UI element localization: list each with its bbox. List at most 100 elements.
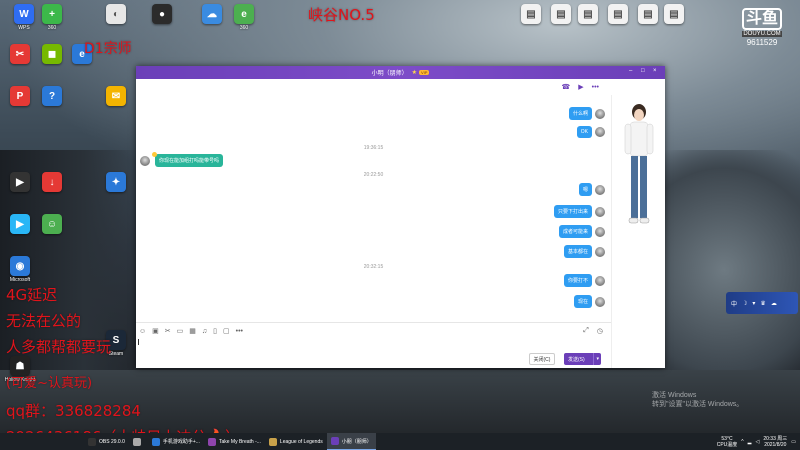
desktop-icon[interactable]: ☺ [36,214,68,235]
message-right: 嗯 [578,183,605,196]
chat-window: 小明（朋师） ★ VIP – □ × ☎ ▶ ••• 什么啊 OK 19:36:… [136,66,665,368]
taskbar-item-label: League of Legends [279,438,323,445]
send-label: 发送(S) [568,356,585,363]
status-dot [152,152,157,157]
maximize-icon[interactable]: □ [641,68,647,74]
avatar[interactable] [595,275,605,286]
close-icon[interactable]: × [653,68,659,74]
desktop-icon[interactable]: ▶ [4,214,36,235]
desktop-icon[interactable]: +360 [36,4,68,31]
avatar[interactable] [595,108,605,119]
message-bubble[interactable]: 嗯 [578,183,592,196]
volume-icon[interactable]: ◁ [756,439,760,445]
network-icon[interactable]: ▂ [748,439,752,445]
app-icon: P [10,86,30,106]
avatar[interactable] [140,155,150,166]
send-button[interactable]: 发送(S) ▾ [564,353,601,365]
message-bubble[interactable]: 现在 [573,295,592,308]
desktop-icon[interactable]: ↓ [36,172,68,193]
overlay-note-1: 4G延迟 [6,286,58,304]
emoji-icon[interactable]: ☺ [139,328,146,335]
clock-time: 20:33 周三 [763,435,788,442]
scissors-icon[interactable]: ✂ [165,327,171,335]
close-button[interactable]: 关闭(C) [529,353,555,365]
desktop-icon[interactable]: ▶ [4,172,36,193]
message-list[interactable]: 什么啊 OK 19:36:15 你现在能加组打吗能带号吗 20:22:50 嗯 … [136,95,611,321]
taskbar-item[interactable] [129,433,148,450]
input-tools-right: ⤢ ◷ [583,327,603,335]
message-right: OK [576,126,605,138]
app-icon: ▶ [10,214,30,234]
chevron-down-icon[interactable]: ▾ [593,353,599,365]
avatar[interactable] [595,296,605,307]
message-bubble[interactable]: 你现在能加组打吗能带号吗 [155,154,224,167]
video-icon[interactable]: ▶ [578,83,583,91]
moon-icon[interactable]: ☽ [742,300,747,307]
cloud-icon[interactable]: ☁ [771,300,777,307]
app-icon: e [234,4,254,24]
desktop-icon[interactable]: ▤ [515,4,547,25]
history-icon[interactable]: ◷ [597,327,603,335]
message-bubble[interactable]: 基本都在 [563,245,592,258]
contact-show-panel [611,95,665,368]
desktop-icon[interactable]: e 360 [228,4,260,31]
taskbar-item[interactable]: 小朋（朋师） [326,433,376,450]
desktop-icon[interactable]: ✂ [4,44,36,65]
more-icon[interactable]: ••• [236,328,243,335]
douyu-mark: 斗鱼 [742,8,782,30]
text-caret [138,339,139,345]
desktop-icon[interactable]: ● [146,4,178,25]
avatar[interactable] [595,226,605,237]
message-bubble[interactable]: 只要下打出来 [553,205,592,218]
tray-popup[interactable]: 中 ☽ ▾ ♛ ☁ [726,292,798,314]
chevron-down-icon[interactable]: ▾ [752,300,755,307]
chevron-up-icon[interactable]: ^ [741,439,743,445]
desktop-icon[interactable]: ✉ [100,86,132,107]
gif-icon[interactable]: ▣ [152,327,159,335]
message-bubble[interactable]: 成者可能来 [558,225,592,238]
desktop-icon[interactable]: ▤ [572,4,604,25]
folder-icon[interactable]: ▭ [177,327,184,335]
message-input-area[interactable]: ☺ ▣ ✂ ▭ ▦ ♫ ▯ ▢ ••• ⤢ ◷ 关闭(C) 发送(S) ▾ [136,322,611,368]
crown-icon[interactable]: ♛ [760,300,765,307]
clock[interactable]: 20:33 周三 2021/8/20 [763,436,787,448]
avatar[interactable] [595,127,605,137]
notification-icon[interactable]: ▭ [791,439,796,445]
timestamp: 20:22:50 [363,172,384,178]
desktop-icon[interactable]: P [4,86,36,107]
temp-label: CPU温度 [716,441,738,448]
avatar[interactable] [595,184,605,195]
desktop-icon[interactable]: ✦ [100,172,132,193]
desktop-icon[interactable]: ▤ [602,4,634,25]
chat-titlebar[interactable]: 小明（朋师） ★ VIP – □ × [136,66,665,79]
desktop-icon[interactable]: ▤ [658,4,690,25]
taskbar-item[interactable]: OBS 29.0.0 [84,433,129,450]
overlay-note-2: 无法在公的 [6,312,82,330]
avatar[interactable] [595,246,605,257]
desktop-icon[interactable]: ☁ [196,4,228,25]
minimize-icon[interactable]: – [629,68,635,74]
timestamp: 19:36:15 [363,145,384,151]
expand-icon[interactable]: ⤢ [583,327,589,335]
phone-icon[interactable]: ▯ [213,327,217,335]
app-icon: ✦ [106,172,126,192]
image-icon[interactable]: ▦ [189,327,196,335]
music-icon[interactable]: ♫ [202,328,207,335]
desktop-icon[interactable]: ◉ Microsoft [4,256,36,283]
phone-icon[interactable]: ☎ [562,83,571,91]
desktop-icon[interactable]: ? [36,86,68,107]
desktop-icon[interactable]: ◐ [100,4,132,25]
avatar[interactable] [595,206,605,217]
ime-icon[interactable]: 中 [731,299,737,308]
message-bubble[interactable]: 你要打不 [563,274,592,287]
taskbar-item[interactable]: Take My Breath -... [204,433,265,450]
taskbar-item[interactable]: 手机游戏助手+... [148,433,204,450]
desktop-icon-label: Microsoft [9,277,31,283]
timestamp: 20:32:15 [363,264,384,270]
taskbar-item[interactable]: League of Legends [265,433,327,450]
more-icon[interactable]: ••• [592,84,599,91]
message-bubble[interactable]: 什么啊 [568,107,592,120]
message-bubble[interactable]: OK [576,126,592,138]
desktop-icon[interactable]: ◼ [36,44,68,65]
screen-icon[interactable]: ▢ [223,327,230,335]
